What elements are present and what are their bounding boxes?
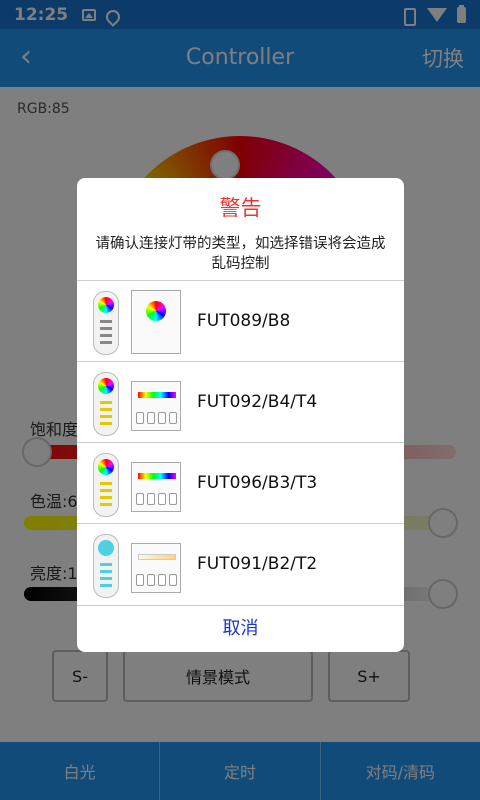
option-label: FUT091/B2/T2 (197, 554, 318, 574)
remote-control-icon (93, 291, 119, 355)
dialog-message: 请确认连接灯带的类型，如选择错误将会造成乱码控制 (95, 236, 386, 272)
option-label: FUT089/B8 (197, 311, 291, 331)
wall-panel-icon (131, 290, 181, 354)
option-fut089[interactable]: FUT089/B8 (77, 280, 404, 361)
cancel-button[interactable]: 取消 (77, 605, 404, 652)
remote-image (89, 529, 187, 599)
option-fut091[interactable]: FUT091/B2/T2 (77, 523, 404, 604)
dialog-title: 警告 (219, 196, 262, 220)
remote-image (89, 367, 187, 437)
option-label: FUT096/B3/T3 (197, 473, 318, 493)
wall-panel-icon (131, 381, 181, 431)
remote-control-icon (93, 534, 119, 598)
remote-image (89, 286, 187, 356)
wall-panel-icon (131, 543, 181, 593)
option-fut096[interactable]: FUT096/B3/T3 (77, 442, 404, 523)
option-label: FUT092/B4/T4 (197, 392, 318, 412)
warning-dialog: 警告 请确认连接灯带的类型，如选择错误将会造成乱码控制 FUT089/B8 FU… (77, 178, 404, 652)
option-fut092[interactable]: FUT092/B4/T4 (77, 361, 404, 442)
wall-panel-icon (131, 462, 181, 512)
remote-image (89, 448, 187, 518)
remote-control-icon (93, 372, 119, 436)
remote-control-icon (93, 453, 119, 517)
